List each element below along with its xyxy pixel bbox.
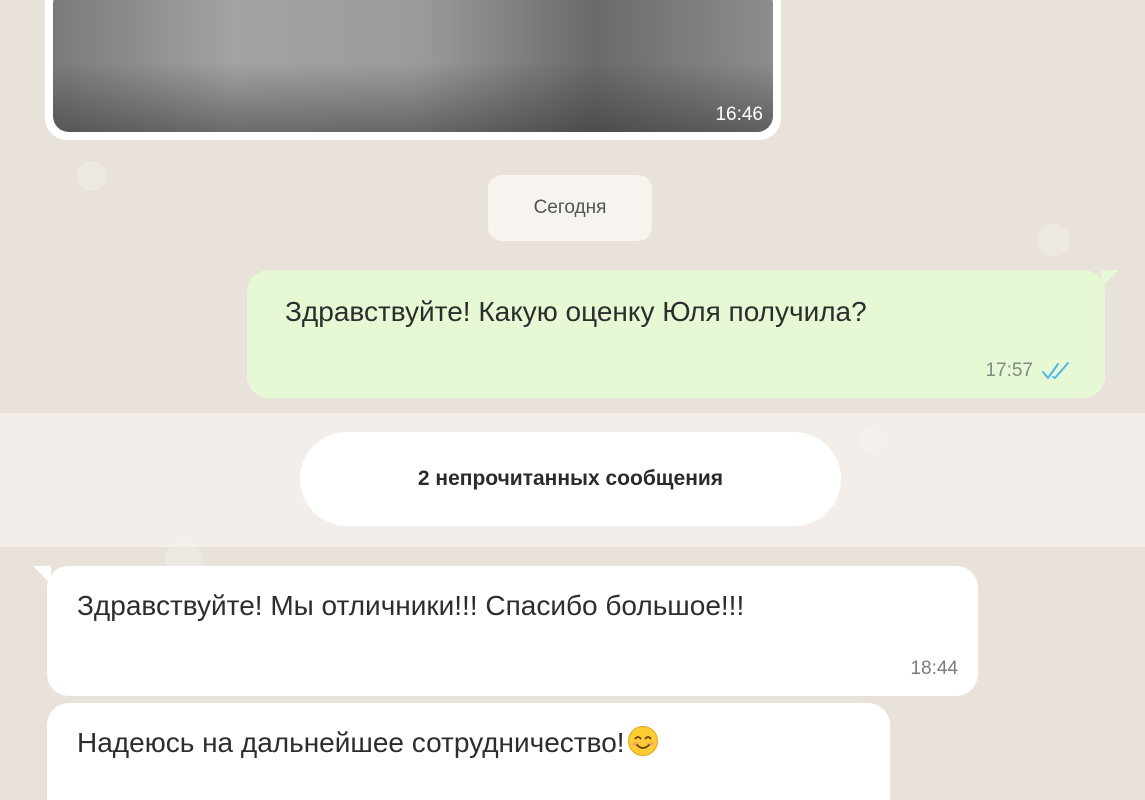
outgoing-message-time: 17:57: [985, 360, 1033, 381]
date-separator: Сегодня: [488, 175, 652, 241]
outgoing-message-bubble[interactable]: Здравствуйте! Какую оценку Юля получила?…: [247, 270, 1119, 398]
incoming-message-text: Надеюсь на дальнейшее сотрудничество!: [77, 727, 625, 758]
incoming-message-bubble[interactable]: Надеюсь на дальнейшее сотрудничество!: [47, 703, 890, 800]
incoming-message-bubble[interactable]: Здравствуйте! Мы отличники!!! Спасибо бо…: [33, 566, 978, 696]
incoming-message-text: Здравствуйте! Мы отличники!!! Спасибо бо…: [77, 590, 745, 621]
media-message-time: 16:46: [715, 104, 763, 125]
double-check-read-icon: [1042, 362, 1069, 379]
incoming-message-time: 18:44: [910, 658, 958, 679]
unread-messages-separator: 2 непрочитанных сообщения: [300, 432, 841, 526]
date-separator-label: Сегодня: [533, 197, 607, 218]
smiling-face-icon: [627, 726, 658, 756]
unread-messages-label: 2 непрочитанных сообщения: [417, 467, 724, 490]
message-image[interactable]: [53, 0, 773, 132]
incoming-message-text-wrap: Надеюсь на дальнейшее сотрудничество!: [77, 725, 659, 761]
media-message-bubble[interactable]: 16:46: [45, 0, 781, 140]
outgoing-message-meta: 17:57: [985, 360, 1071, 382]
outgoing-message-text: Здравствуйте! Какую оценку Юля получила?: [285, 296, 867, 327]
